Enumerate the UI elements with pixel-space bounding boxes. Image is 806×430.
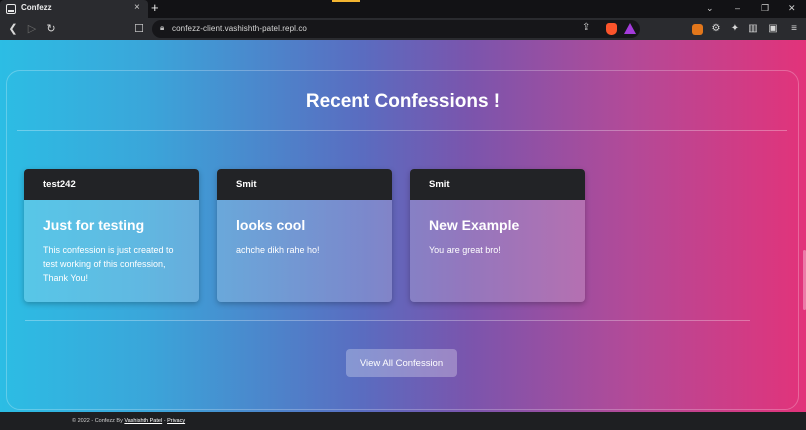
bookmark-icon[interactable]: ☐ (132, 22, 146, 36)
view-all-confession-button[interactable]: View All Confession (346, 349, 457, 377)
confezz-favicon-icon (6, 4, 16, 14)
url-text[interactable]: confezz-client.vashishth-patel.repl.co (172, 24, 307, 33)
divider-top (17, 130, 787, 131)
lock-icon[interactable]: 🔒︎ (160, 23, 164, 33)
puzzle-icon[interactable]: ✦ (728, 22, 742, 36)
brave-shields-icon[interactable] (606, 23, 617, 35)
footer: © 2022 - Confezz By Vashishth Patel - Pr… (0, 412, 806, 430)
close-window-button[interactable]: ✕ (788, 3, 796, 14)
forward-icon[interactable]: ▷ (25, 22, 39, 36)
page-title: Recent Confessions ! (305, 91, 501, 112)
tab-search-icon[interactable]: ⌄ (706, 3, 714, 14)
top-accent-bar (332, 0, 360, 2)
divider-bottom (25, 320, 750, 321)
address-bar[interactable]: 🔒︎ confezz-client.vashishth-patel.repl.c… (152, 20, 640, 38)
tab-strip: Confezz × + ⌄ – ❐ ✕ (0, 0, 806, 18)
tab-title: Confezz (21, 3, 52, 12)
share-icon[interactable]: ⇪ (582, 22, 590, 33)
sidebar-icon[interactable]: ▥ (746, 22, 760, 36)
tab-confezz[interactable]: Confezz × (0, 0, 148, 18)
menu-icon[interactable]: ≡ (787, 22, 801, 36)
confession-card[interactable]: Smit New Example You are great bro! (410, 169, 585, 302)
card-title: looks cool (236, 217, 306, 233)
confession-card[interactable]: Smit looks cool achche dikh rahe ho! (217, 169, 392, 302)
footer-privacy-link[interactable]: Privacy (167, 418, 185, 424)
new-tab-button[interactable]: + (151, 1, 159, 15)
card-author: test242 (43, 179, 76, 190)
card-title: New Example (429, 217, 520, 233)
browser-toolbar: ❮ ▷ ↻ ☐ 🔒︎ confezz-client.vashishth-pate… (0, 18, 806, 40)
extension-icon[interactable]: ⚙ (709, 22, 723, 36)
wallet-icon[interactable]: ▣ (766, 22, 780, 36)
page-content: Recent Confessions ! test242 Just for te… (0, 40, 806, 412)
card-author: Smit (429, 179, 450, 190)
footer-copyright: © 2022 - Confezz By (72, 418, 125, 424)
tab-close-icon[interactable]: × (134, 2, 140, 14)
back-icon[interactable]: ❮ (6, 22, 20, 36)
card-author: Smit (236, 179, 257, 190)
brave-rewards-icon[interactable] (624, 23, 636, 34)
restore-button[interactable]: ❐ (761, 3, 769, 14)
card-body: achche dikh rahe ho! (236, 245, 320, 255)
reload-icon[interactable]: ↻ (44, 22, 58, 36)
minimize-button[interactable]: – (735, 3, 740, 14)
footer-author-link[interactable]: Vashishth Patel (124, 418, 162, 424)
footer-text: © 2022 - Confezz By Vashishth Patel - Pr… (72, 418, 185, 424)
confession-card[interactable]: test242 Just for testing This confession… (24, 169, 199, 302)
card-body: You are great bro! (429, 245, 501, 255)
card-title: Just for testing (43, 217, 145, 233)
card-body: This confession is just created to test … (43, 245, 174, 283)
metamask-icon[interactable] (692, 24, 703, 35)
